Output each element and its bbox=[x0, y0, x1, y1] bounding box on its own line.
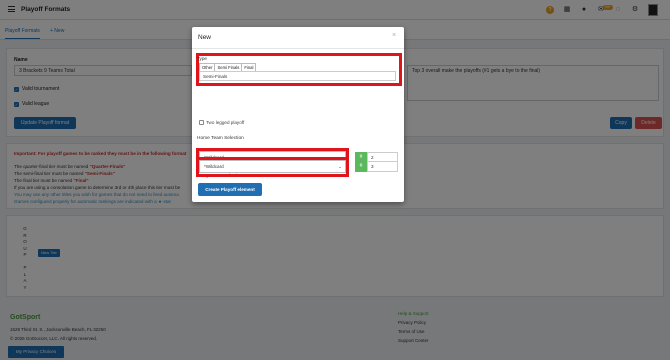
home-number-input[interactable]: 2 bbox=[367, 152, 398, 163]
two-legged-label: Two legged playoff bbox=[206, 120, 245, 125]
modal-title: New bbox=[198, 34, 212, 41]
create-playoff-element-button[interactable]: Create Playoff element bbox=[198, 183, 262, 196]
home-team-select-value: *Wildcard bbox=[204, 155, 224, 160]
new-playoff-element-modal: New × Type Other Semi Finals Final Semi-… bbox=[192, 27, 404, 202]
two-legged-checkbox[interactable] bbox=[199, 120, 204, 125]
chevron-down-icon: ⌄ bbox=[338, 155, 342, 160]
two-legged-row[interactable]: Two legged playoff bbox=[199, 120, 244, 125]
home-team-select[interactable]: *Wildcard ⌄ bbox=[199, 151, 346, 164]
close-icon[interactable]: × bbox=[390, 32, 398, 40]
away-team-label: Away Team Selection bbox=[197, 174, 243, 179]
type-input[interactable]: Semi-Finals bbox=[199, 71, 396, 81]
type-label: Type bbox=[197, 56, 207, 61]
home-team-label: Home Team Selection bbox=[197, 136, 244, 141]
modal-divider bbox=[192, 48, 404, 49]
home-hash-addon: # bbox=[355, 152, 367, 163]
